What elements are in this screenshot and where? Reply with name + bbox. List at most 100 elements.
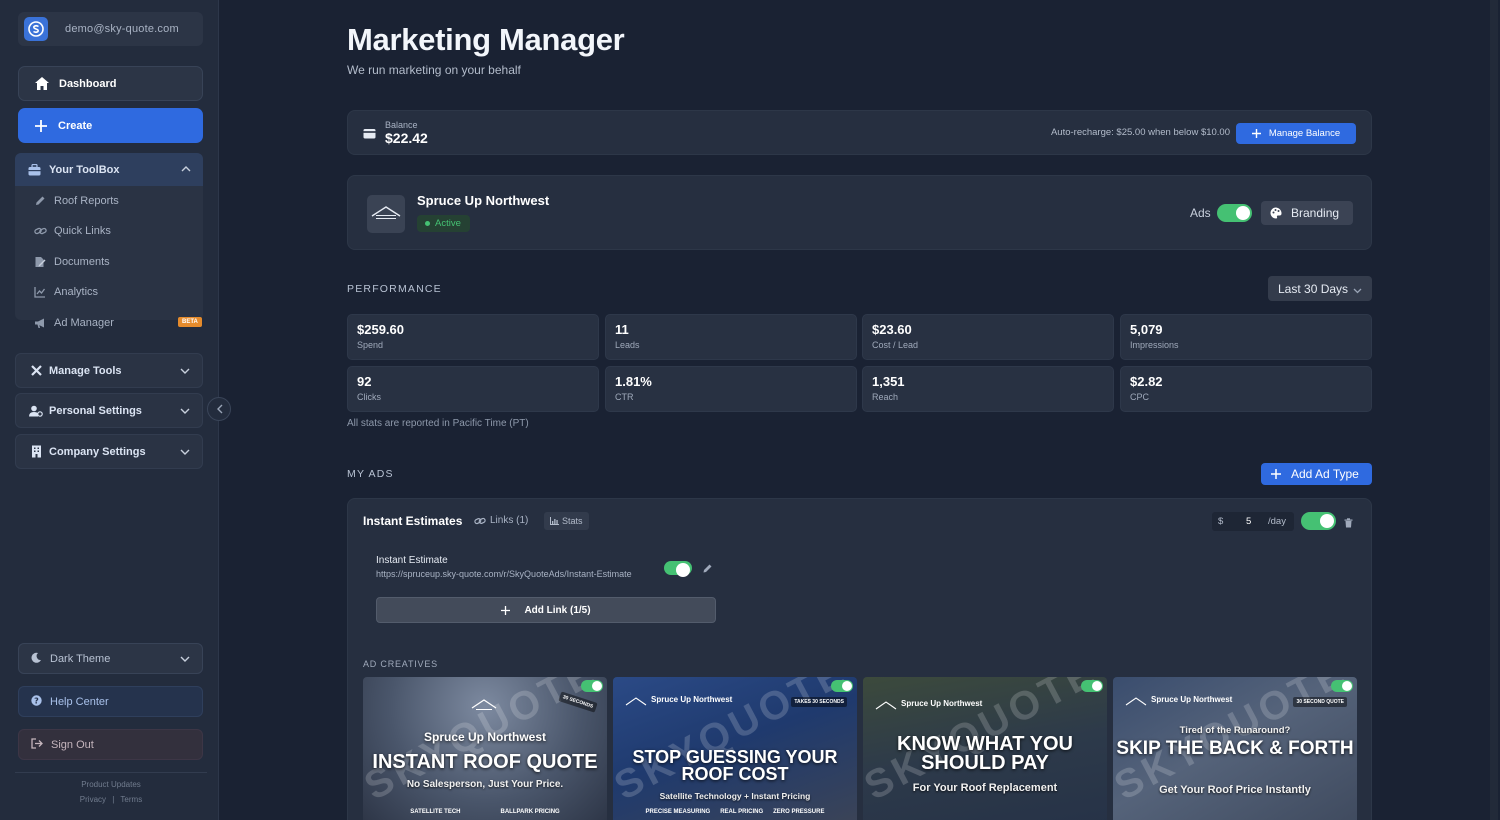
toolbox-title: Your ToolBox: [49, 163, 120, 176]
link-icon: [474, 517, 486, 524]
creative-subline: Get Your Roof Price Instantly: [1159, 784, 1311, 796]
privacy-link[interactable]: Privacy: [80, 795, 106, 804]
creative-tag: BALLPARK PRICING: [500, 809, 560, 815]
page-subtitle: We run marketing on your behalf: [347, 63, 521, 77]
home-icon: [34, 76, 50, 92]
link-toggle[interactable]: [664, 561, 692, 577]
stat-value: 5,079: [1130, 322, 1163, 337]
toolbox-item-documents[interactable]: Documents: [33, 252, 110, 272]
creative-toggle[interactable]: [1081, 680, 1103, 692]
bar-chart-icon: [550, 517, 559, 525]
add-ad-type-button[interactable]: Add Ad Type: [1261, 463, 1372, 485]
ad-creative[interactable]: SKYQUOTE Spruce Up Northwest TAKES 30 SE…: [613, 677, 857, 820]
add-link-button[interactable]: Add Link (1/5): [376, 597, 716, 623]
help-center-button[interactable]: ? Help Center: [18, 686, 203, 717]
stat-impressions: 5,079 Impressions: [1120, 314, 1372, 360]
company-settings-section[interactable]: Company Settings: [15, 434, 203, 469]
edit-icon[interactable]: [702, 561, 713, 579]
stat-label: CPC: [1130, 392, 1150, 402]
create-label: Create: [58, 119, 93, 132]
stat-spend: $259.60 Spend: [347, 314, 599, 360]
beta-badge: BETA: [178, 317, 202, 327]
toolbox-header[interactable]: Your ToolBox: [15, 153, 203, 186]
stat-cost-per-lead: $23.60 Cost / Lead: [862, 314, 1114, 360]
creative-subline: For Your Roof Replacement: [912, 782, 1058, 794]
stat-label: Reach: [872, 392, 899, 402]
building-icon: [29, 445, 43, 459]
sign-out-icon: [31, 737, 43, 752]
trash-icon[interactable]: [1344, 515, 1353, 533]
date-range-select[interactable]: Last 30 Days: [1268, 276, 1372, 301]
time-badge: TAKES 30 SECONDS: [791, 697, 847, 707]
terms-link[interactable]: Terms: [120, 795, 142, 804]
company-logo: [367, 195, 405, 233]
house-logo-icon: [625, 695, 647, 713]
ad-creative[interactable]: SKYQUOTE Spruce Up Northwest 30 SECOND Q…: [1113, 677, 1357, 820]
ad-type-card: Instant Estimates Links (1) Stats $ 5 /d…: [347, 498, 1372, 820]
link-title: Instant Estimate: [376, 555, 448, 566]
add-ad-type-label: Add Ad Type: [1291, 467, 1359, 481]
daily-budget-input[interactable]: $ 5 /day: [1212, 512, 1294, 531]
document-icon: [33, 255, 47, 269]
toolbox-item-label: Quick Links: [54, 225, 111, 237]
ads-label: Ads: [1190, 206, 1211, 220]
chevron-left-icon: [216, 404, 222, 414]
link-url[interactable]: https://spruceup.sky-quote.com/r/SkyQuot…: [376, 569, 632, 579]
create-button[interactable]: Create: [18, 108, 203, 143]
house-logo-icon: [471, 699, 497, 718]
status-dot-icon: [425, 221, 430, 226]
stat-value: $2.82: [1130, 374, 1163, 389]
creative-toggle[interactable]: [581, 680, 603, 692]
company-logo-icon: [24, 17, 48, 41]
ads-toggle[interactable]: [1217, 204, 1252, 222]
dashboard-label: Dashboard: [59, 77, 117, 90]
scrollbar[interactable]: [1490, 0, 1498, 820]
dashboard-button[interactable]: Dashboard: [18, 66, 203, 101]
sign-out-button[interactable]: Sign Out: [18, 729, 203, 760]
collapse-sidebar-button[interactable]: [207, 397, 231, 421]
ad-stats-button[interactable]: Stats: [544, 512, 589, 530]
creative-tags: SATELLITE TECH BALLPARK PRICING: [363, 809, 607, 815]
stat-value: 92: [357, 374, 372, 389]
creative-tag: REAL PRICING: [720, 809, 764, 815]
toolbox-item-roof-reports[interactable]: Roof Reports: [33, 191, 119, 211]
auto-recharge-text: Auto-recharge: $25.00 when below $10.00: [1050, 127, 1230, 138]
ad-type-toggle[interactable]: [1301, 512, 1336, 530]
theme-selector[interactable]: Dark Theme: [18, 643, 203, 674]
toolbox-item-quick-links[interactable]: Quick Links: [33, 221, 111, 241]
manage-tools-section[interactable]: Manage Tools: [15, 353, 203, 388]
creative-toggle[interactable]: [831, 680, 853, 692]
toolbox-icon: [27, 163, 41, 177]
user-gear-icon: [29, 404, 43, 418]
toolbox-panel: Your ToolBox Roof Reports Quick Links Do…: [15, 153, 203, 329]
links-toggle[interactable]: Links (1): [474, 515, 528, 526]
product-updates-link[interactable]: Product Updates: [0, 780, 222, 789]
toolbox-item-analytics[interactable]: Analytics: [33, 282, 98, 302]
toolbox-item-ad-manager[interactable]: Ad Manager BETA: [33, 313, 203, 333]
legal-separator: |: [112, 795, 115, 804]
toolbox-item-label: Ad Manager: [54, 317, 114, 329]
ad-creative[interactable]: SKYQUOTE 30 SECONDS Spruce Up Northwest …: [363, 677, 607, 820]
stat-value: 11: [615, 322, 629, 337]
manage-balance-button[interactable]: Manage Balance: [1236, 123, 1356, 144]
sign-out-label: Sign Out: [51, 738, 94, 751]
creative-subline: Satellite Technology + Instant Pricing: [659, 791, 811, 801]
ad-creative[interactable]: SKYQUOTE Spruce Up Northwest KNOW WHAT Y…: [863, 677, 1107, 820]
chevron-down-icon: [1353, 283, 1362, 297]
branding-button[interactable]: Branding: [1261, 201, 1353, 225]
account-email: demo@sky-quote.com: [65, 23, 179, 35]
personal-settings-section[interactable]: Personal Settings: [15, 393, 203, 428]
balance-card: Balance $22.42 Auto-recharge: $25.00 whe…: [347, 110, 1372, 155]
my-ads-heading: MY ADS: [347, 468, 394, 480]
account-switcher[interactable]: demo@sky-quote.com: [18, 12, 203, 46]
time-badge: 30 SECOND QUOTE: [1293, 697, 1347, 707]
creative-headline: SKIP THE BACK & FORTH: [1116, 738, 1354, 759]
toolbox-item-label: Documents: [54, 256, 110, 268]
chart-icon: [33, 285, 47, 299]
ad-stats-label: Stats: [562, 516, 583, 526]
creative-toggle[interactable]: [1331, 680, 1353, 692]
creative-headline: INSTANT ROOF QUOTE: [372, 751, 598, 773]
stat-value: 1.81%: [615, 374, 652, 389]
theme-label: Dark Theme: [50, 652, 111, 665]
house-logo-icon: [1125, 695, 1147, 713]
